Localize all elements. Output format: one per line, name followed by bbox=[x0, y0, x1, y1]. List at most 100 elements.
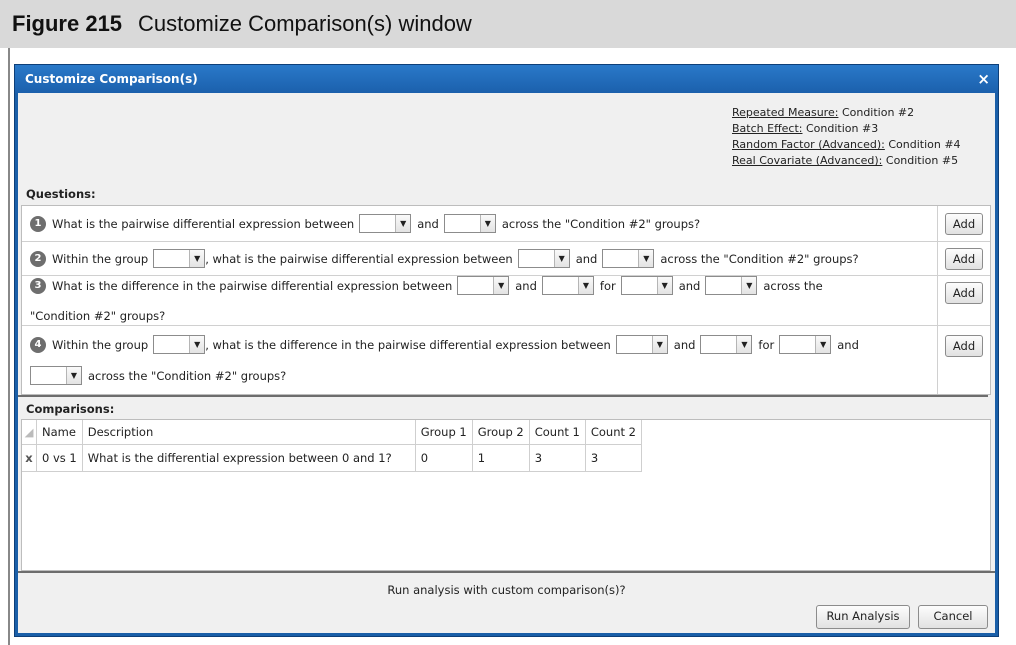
table-cell: 0 vs 1 bbox=[36, 444, 83, 472]
close-icon[interactable]: × bbox=[977, 65, 990, 93]
group-dropdown[interactable]: ▼ bbox=[779, 335, 832, 354]
add-column: Add bbox=[937, 206, 990, 241]
group-dropdown[interactable]: ▼ bbox=[705, 276, 758, 295]
question-number-badge: 1 bbox=[30, 215, 46, 232]
group-dropdown[interactable]: ▼ bbox=[700, 335, 753, 354]
dropdown-arrow-icon: ▼ bbox=[189, 250, 205, 267]
factor-line: Repeated Measure: Condition #2 bbox=[732, 105, 987, 121]
column-header[interactable]: Count 2 bbox=[585, 420, 642, 445]
factor-key: Batch Effect: bbox=[732, 122, 803, 135]
factor-info: Repeated Measure: Condition #2 Batch Eff… bbox=[732, 105, 987, 169]
question-text-segment: "Condition #2" groups? bbox=[30, 309, 166, 323]
factor-key: Random Factor (Advanced): bbox=[732, 138, 885, 151]
group-dropdown[interactable]: ▼ bbox=[359, 214, 412, 233]
dropdown-arrow-icon: ▼ bbox=[66, 367, 81, 384]
question-text-segment: and bbox=[417, 216, 439, 231]
factor-value: Condition #5 bbox=[885, 154, 959, 167]
add-button[interactable]: Add bbox=[945, 213, 983, 235]
add-button[interactable]: Add bbox=[945, 248, 983, 270]
question-text-segment: What is the difference in the pairwise d… bbox=[52, 278, 453, 293]
dropdown-arrow-icon: ▼ bbox=[189, 336, 205, 353]
table-row[interactable]: x 0 vs 1 What is the differential expres… bbox=[22, 444, 642, 472]
figure-caption: Figure 215 Customize Comparison(s) windo… bbox=[0, 0, 1016, 48]
document-left-rule bbox=[8, 48, 10, 645]
add-button[interactable]: Add bbox=[945, 282, 983, 304]
question-text-segment: and bbox=[515, 278, 537, 293]
column-header[interactable]: Name bbox=[36, 420, 83, 445]
group-dropdown[interactable]: ▼ bbox=[153, 249, 206, 268]
factor-line: Real Covariate (Advanced): Condition #5 bbox=[732, 153, 987, 169]
question-row-2: 2 Within the group ▼ , what is the pairw… bbox=[22, 242, 990, 276]
add-button[interactable]: Add bbox=[945, 335, 983, 357]
run-analysis-button[interactable]: Run Analysis bbox=[816, 605, 910, 629]
question-number-badge: 4 bbox=[30, 336, 46, 353]
dropdown-arrow-icon: ▼ bbox=[656, 277, 672, 294]
table-cell: 0 bbox=[415, 444, 473, 472]
question-text-segment: across the "Condition #2" groups? bbox=[501, 216, 701, 231]
dropdown-arrow-icon: ▼ bbox=[553, 250, 569, 267]
table-cell: 3 bbox=[529, 444, 586, 472]
table-header-row: ◢ Name Description Group 1 Group 2 Count… bbox=[22, 420, 642, 445]
dialog-title-bar[interactable]: Customize Comparison(s) × bbox=[15, 65, 998, 93]
group-dropdown[interactable]: ▼ bbox=[602, 249, 655, 268]
figure-title: Customize Comparison(s) window bbox=[138, 11, 472, 36]
column-header[interactable]: Description bbox=[82, 420, 416, 445]
factor-value: Condition #3 bbox=[805, 122, 879, 135]
comparisons-grid: ◢ Name Description Group 1 Group 2 Count… bbox=[21, 419, 991, 571]
factor-value: Condition #2 bbox=[841, 106, 915, 119]
question-text-segment: for bbox=[599, 278, 616, 293]
question-text-segment: for bbox=[758, 337, 775, 352]
dropdown-arrow-icon: ▼ bbox=[736, 336, 752, 353]
question-number-badge: 2 bbox=[30, 250, 46, 267]
column-header[interactable]: Count 1 bbox=[529, 420, 586, 445]
group-dropdown[interactable]: ▼ bbox=[620, 276, 673, 295]
column-header[interactable]: Group 1 bbox=[415, 420, 473, 445]
dialog-title: Customize Comparison(s) bbox=[25, 72, 198, 86]
question-text: 1 What is the pairwise differential expr… bbox=[30, 206, 932, 241]
add-column: Add bbox=[937, 242, 990, 275]
table-cell: 3 bbox=[585, 444, 642, 472]
question-text-segment: and bbox=[837, 337, 859, 352]
questions-label: Questions: bbox=[26, 187, 96, 201]
question-text: 2 Within the group ▼ , what is the pairw… bbox=[30, 242, 932, 275]
question-text-segment: across the "Condition #2" groups? bbox=[88, 368, 287, 383]
comparisons-table: ◢ Name Description Group 1 Group 2 Count… bbox=[22, 420, 642, 472]
question-text-segment: , what is the pairwise differential expr… bbox=[205, 251, 513, 266]
group-dropdown[interactable]: ▼ bbox=[457, 276, 510, 295]
group-dropdown[interactable]: ▼ bbox=[541, 276, 594, 295]
group-dropdown[interactable]: ▼ bbox=[30, 366, 82, 385]
column-header[interactable]: Group 2 bbox=[472, 420, 530, 445]
question-text-segment: across the "Condition #2" groups? bbox=[660, 251, 859, 266]
group-dropdown[interactable]: ▼ bbox=[517, 249, 570, 268]
group-dropdown[interactable]: ▼ bbox=[443, 214, 496, 233]
question-text-segment: across the bbox=[763, 278, 823, 293]
factor-value: Condition #4 bbox=[888, 138, 961, 151]
row-selector-header: ◢ bbox=[22, 420, 37, 445]
dialog-footer: Run analysis with custom comparison(s)? … bbox=[18, 571, 995, 633]
factor-line: Batch Effect: Condition #3 bbox=[732, 121, 987, 137]
table-cell: 1 bbox=[472, 444, 530, 472]
cancel-button[interactable]: Cancel bbox=[918, 605, 988, 629]
table-cell: What is the differential expression betw… bbox=[82, 444, 416, 472]
question-text-segment: Within the group bbox=[52, 251, 149, 266]
question-number-badge: 3 bbox=[30, 277, 46, 294]
factor-key: Repeated Measure: bbox=[732, 106, 839, 119]
dropdown-arrow-icon: ▼ bbox=[395, 215, 411, 232]
figure-number: Figure 215 bbox=[12, 11, 123, 36]
comparisons-label: Comparisons: bbox=[18, 395, 988, 419]
dropdown-arrow-icon: ▼ bbox=[741, 277, 757, 294]
question-text: 4 Within the group ▼ , what is the diffe… bbox=[30, 326, 932, 394]
question-row-4: 4 Within the group ▼ , what is the diffe… bbox=[22, 326, 990, 394]
question-text-segment: and bbox=[575, 251, 598, 266]
group-dropdown[interactable]: ▼ bbox=[615, 335, 668, 354]
dropdown-arrow-icon: ▼ bbox=[577, 277, 593, 294]
question-text-segment: and bbox=[678, 278, 701, 293]
dropdown-arrow-icon: ▼ bbox=[815, 336, 831, 353]
question-text: 3 What is the difference in the pairwise… bbox=[30, 276, 932, 325]
question-text-segment: Within the group bbox=[52, 337, 149, 352]
dropdown-arrow-icon: ▼ bbox=[493, 277, 509, 294]
question-row-3: 3 What is the difference in the pairwise… bbox=[22, 276, 990, 326]
group-dropdown[interactable]: ▼ bbox=[153, 335, 206, 354]
remove-row-icon[interactable]: x bbox=[22, 444, 37, 472]
question-row-1: 1 What is the pairwise differential expr… bbox=[22, 206, 990, 242]
